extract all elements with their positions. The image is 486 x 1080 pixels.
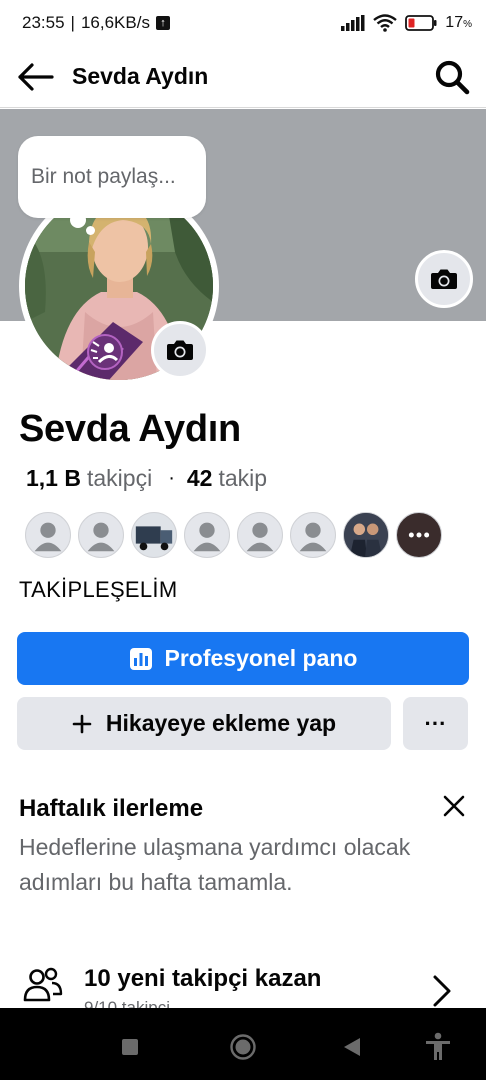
wifi-icon: [373, 14, 398, 32]
task-progress: 9/10 takipçi: [84, 998, 170, 1008]
battery-level: 17%: [445, 14, 472, 31]
follower-photo: [132, 513, 176, 557]
upload-icon: ↑: [155, 16, 170, 30]
add-to-story-label: Hikayeye ekleme yap: [105, 710, 337, 736]
close-icon: [443, 795, 465, 817]
professional-dashboard-label: Profesyonel pano: [164, 645, 358, 671]
professional-dashboard-button[interactable]: Profesyonel pano: [17, 632, 469, 685]
following-label[interactable]: takip: [218, 465, 267, 492]
default-avatar-icon: [87, 522, 115, 552]
profile-name: Sevda Aydın: [19, 408, 241, 450]
camera-icon: [167, 340, 193, 360]
more-followers-button[interactable]: [396, 512, 442, 558]
profile-bio: TAKİPLEŞELİM: [19, 577, 178, 602]
chevron-right-icon: [431, 974, 453, 1008]
accessibility-button[interactable]: [421, 1030, 455, 1064]
profile-stats: 1,1 B takipçi · 42 takip: [26, 465, 267, 492]
follower-avatar[interactable]: [78, 512, 124, 558]
note-placeholder: Bir not paylaş...: [31, 165, 176, 188]
more-dots-icon: ···: [424, 710, 447, 736]
status-left: 23:55 | 16,6KB/s ↑: [22, 13, 170, 33]
more-dots-icon: [408, 532, 430, 538]
weekly-progress-description: Hedeflerine ulaşmana yardımcı olacak adı…: [19, 834, 411, 895]
task-title: 10 yeni takipçi kazan: [84, 965, 322, 992]
more-options-button[interactable]: ···: [403, 697, 468, 750]
default-avatar-icon: [34, 522, 62, 552]
follower-photo: [344, 513, 388, 557]
app-header: Sevda Aydın: [0, 46, 486, 108]
back-nav-button[interactable]: [335, 1030, 369, 1064]
people-icon: [23, 966, 63, 1008]
arrow-left-icon: [18, 62, 54, 91]
follower-avatars: [25, 512, 442, 558]
follower-avatar[interactable]: [343, 512, 389, 558]
status-speed: 16,6KB/s: [80, 13, 150, 32]
default-avatar-icon: [193, 522, 221, 552]
follower-avatar[interactable]: [290, 512, 336, 558]
square-icon: [122, 1039, 138, 1055]
home-button[interactable]: [226, 1030, 260, 1064]
follower-avatar[interactable]: [25, 512, 71, 558]
follower-avatar[interactable]: [184, 512, 230, 558]
edit-cover-button[interactable]: [415, 250, 473, 308]
stats-separator: ·: [168, 467, 175, 489]
status-bar: 23:55 | 16,6KB/s ↑ 17%: [0, 0, 486, 46]
note-bubble-tail: [70, 212, 86, 228]
following-count[interactable]: 42: [187, 465, 213, 492]
followers-count[interactable]: 1,1 B: [26, 465, 81, 492]
status-right: 17%: [341, 14, 472, 32]
dashboard-chart-icon: [129, 647, 152, 670]
follower-avatar[interactable]: [237, 512, 283, 558]
followers-label[interactable]: takipçi: [87, 465, 152, 492]
add-to-story-button[interactable]: Hikayeye ekleme yap: [17, 697, 391, 750]
follower-avatar[interactable]: [131, 512, 177, 558]
back-button[interactable]: [16, 62, 54, 92]
weekly-task-item[interactable]: 10 yeni takipçi kazan 9/10 takipçi: [19, 960, 469, 1008]
weekly-progress-title: Haftalık ilerleme: [19, 795, 204, 822]
triangle-back-icon: [344, 1038, 360, 1056]
search-button[interactable]: [434, 59, 470, 95]
plus-icon: [72, 714, 92, 733]
status-separator: |: [70, 13, 75, 32]
note-bubble-tail-small: [86, 226, 95, 235]
status-time: 23:55: [22, 13, 65, 32]
default-avatar-icon: [246, 522, 274, 552]
header-title: Sevda Aydın: [72, 63, 209, 89]
default-avatar-icon: [299, 522, 327, 552]
signal-icon: [341, 15, 365, 31]
home-circle-icon: [230, 1034, 256, 1060]
system-nav-bar: [0, 1008, 486, 1080]
edit-avatar-button[interactable]: [151, 321, 209, 379]
accessibility-icon: [426, 1032, 450, 1060]
close-weekly-progress-button[interactable]: [440, 792, 468, 820]
recent-apps-button[interactable]: [113, 1030, 147, 1064]
search-icon: [435, 60, 470, 94]
note-bubble[interactable]: Bir not paylaş...: [18, 136, 206, 218]
battery-icon: [405, 15, 437, 31]
camera-icon: [431, 269, 457, 289]
